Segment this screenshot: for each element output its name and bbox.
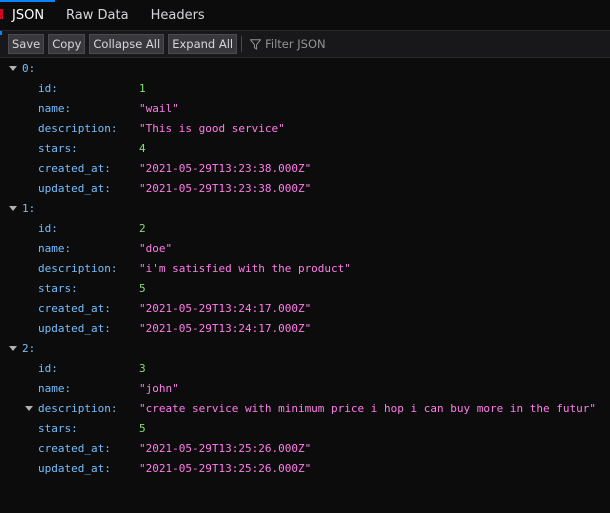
field-value: 5	[139, 281, 146, 295]
field-row[interactable]: description: "This is good service"	[0, 118, 610, 138]
focus-marker	[0, 31, 2, 35]
toolbar: Save Copy Collapse All Expand All Filter…	[0, 31, 610, 58]
tab-json[interactable]: JSON	[0, 0, 56, 30]
field-key: name:	[38, 101, 72, 115]
json-viewer: JSON Raw Data Headers Save Copy Collapse…	[0, 0, 610, 513]
field-value: "2021-05-29T13:23:38.000Z"	[139, 161, 312, 175]
field-value: "2021-05-29T13:23:38.000Z"	[139, 181, 312, 195]
filter-placeholder: Filter JSON	[265, 37, 326, 51]
field-key: id:	[38, 81, 58, 95]
field-key: stars:	[38, 141, 78, 155]
field-row[interactable]: name: "doe"	[0, 238, 610, 258]
field-key: id:	[38, 361, 58, 375]
collapse-all-button[interactable]: Collapse All	[89, 34, 165, 54]
field-row[interactable]: description: "create service with minimum…	[0, 398, 610, 418]
field-value: "This is good service"	[139, 121, 285, 135]
field-value: 2	[139, 221, 146, 235]
field-key: name:	[38, 381, 72, 395]
field-row[interactable]: stars: 4	[0, 138, 610, 158]
field-key: updated_at:	[38, 181, 111, 195]
expand-toggle-icon[interactable]	[25, 405, 33, 411]
field-key: created_at:	[38, 441, 111, 455]
field-row[interactable]: created_at: "2021-05-29T13:23:38.000Z"	[0, 158, 610, 178]
field-value: "2021-05-29T13:24:17.000Z"	[139, 321, 312, 335]
field-value: "2021-05-29T13:24:17.000Z"	[139, 301, 312, 315]
field-value: "2021-05-29T13:25:26.000Z"	[139, 441, 312, 455]
field-row[interactable]: updated_at: "2021-05-29T13:23:38.000Z"	[0, 178, 610, 198]
record-row[interactable]: 2:	[0, 338, 610, 358]
filter-icon	[250, 38, 262, 50]
expand-all-button[interactable]: Expand All	[168, 34, 238, 54]
field-row[interactable]: stars: 5	[0, 278, 610, 298]
field-key: description:	[38, 401, 118, 415]
field-key: description:	[38, 261, 118, 275]
field-row[interactable]: updated_at: "2021-05-29T13:25:26.000Z"	[0, 458, 610, 478]
field-value: "create service with minimum price i hop…	[139, 401, 596, 415]
field-key: updated_at:	[38, 461, 111, 475]
field-row[interactable]: stars: 5	[0, 418, 610, 438]
expand-toggle-icon[interactable]	[9, 65, 17, 71]
field-key: stars:	[38, 281, 78, 295]
toolbar-divider	[241, 36, 243, 52]
copy-button[interactable]: Copy	[48, 34, 86, 54]
record-index: 2:	[22, 341, 36, 355]
field-row[interactable]: created_at: "2021-05-29T13:24:17.000Z"	[0, 298, 610, 318]
field-row[interactable]: name: "john"	[0, 378, 610, 398]
field-row[interactable]: updated_at: "2021-05-29T13:24:17.000Z"	[0, 318, 610, 338]
record-index: 0:	[22, 61, 36, 75]
expand-toggle-icon[interactable]	[9, 205, 17, 211]
field-row[interactable]: id: 2	[0, 218, 610, 238]
field-row[interactable]: created_at: "2021-05-29T13:25:26.000Z"	[0, 438, 610, 458]
field-key: id:	[38, 221, 58, 235]
field-row[interactable]: id: 1	[0, 78, 610, 98]
record-row[interactable]: 0:	[0, 58, 610, 78]
field-value: "i'm satisfied with the product"	[139, 261, 351, 275]
field-row[interactable]: id: 3	[0, 358, 610, 378]
field-value: "john"	[139, 381, 179, 395]
tab-raw-data[interactable]: Raw Data	[55, 0, 140, 30]
field-value: 4	[139, 141, 146, 155]
save-button[interactable]: Save	[8, 34, 45, 54]
field-value: 5	[139, 421, 146, 435]
field-row[interactable]: name: "wail"	[0, 98, 610, 118]
filter-json-input[interactable]: Filter JSON	[246, 34, 326, 54]
field-key: created_at:	[38, 161, 111, 175]
tab-headers[interactable]: Headers	[140, 0, 216, 30]
field-key: name:	[38, 241, 72, 255]
field-value: "2021-05-29T13:25:26.000Z"	[139, 461, 312, 475]
json-tree: 0: id: 1 name: "wail" description: "This is go…	[0, 58, 610, 478]
field-value: "doe"	[139, 241, 173, 255]
field-key: stars:	[38, 421, 78, 435]
record-row[interactable]: 1:	[0, 198, 610, 218]
field-value: "wail"	[139, 101, 179, 115]
field-row[interactable]: description: "i'm satisfied with the prod…	[0, 258, 610, 278]
expand-toggle-icon[interactable]	[9, 345, 17, 351]
field-key: description:	[38, 121, 118, 135]
record-index: 1:	[22, 201, 36, 215]
field-key: created_at:	[38, 301, 111, 315]
field-value: 1	[139, 81, 146, 95]
tab-bar: JSON Raw Data Headers	[0, 0, 610, 31]
field-value: 3	[139, 361, 146, 375]
field-key: updated_at:	[38, 321, 111, 335]
